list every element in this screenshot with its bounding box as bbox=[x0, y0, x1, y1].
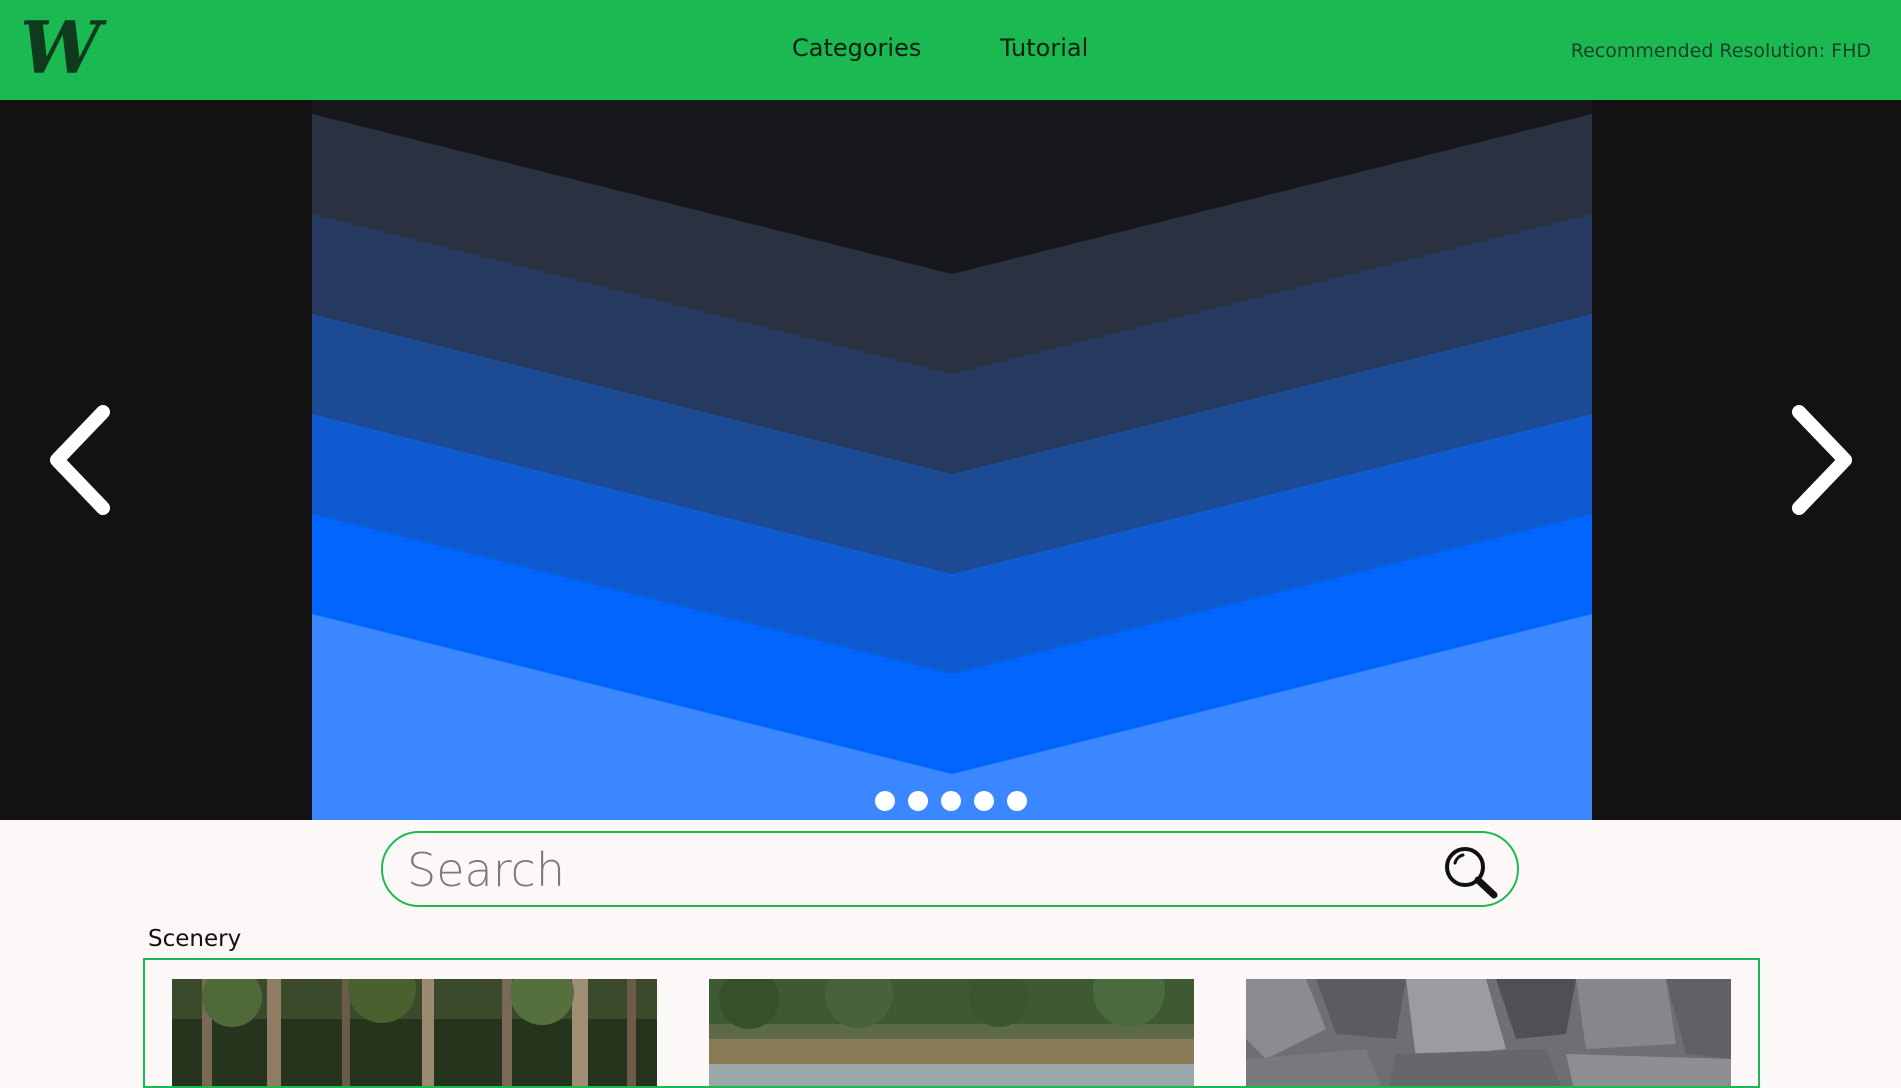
top-bar: W Categories Tutorial Recommended Resolu… bbox=[0, 0, 1901, 100]
river-photo[interactable] bbox=[709, 979, 1194, 1086]
carousel-dot-2[interactable] bbox=[907, 791, 928, 811]
scenery-gallery bbox=[143, 958, 1760, 1088]
carousel-dot-3[interactable] bbox=[940, 791, 961, 811]
search-input[interactable] bbox=[405, 841, 1409, 899]
carousel-dot-1[interactable] bbox=[874, 791, 895, 811]
carousel-prev-button[interactable] bbox=[45, 400, 115, 520]
search-bar bbox=[381, 831, 1519, 907]
rocks-photo[interactable] bbox=[1246, 979, 1731, 1086]
chevron-stripes-image bbox=[312, 100, 1592, 820]
chevron-left-icon bbox=[50, 405, 110, 515]
section-title-scenery: Scenery bbox=[148, 926, 242, 952]
carousel-next-button[interactable] bbox=[1787, 400, 1857, 520]
search-icon bbox=[1445, 847, 1498, 899]
forest-photo[interactable] bbox=[172, 979, 657, 1086]
chevron-right-icon bbox=[1792, 405, 1852, 515]
hero-carousel bbox=[0, 100, 1901, 820]
search-button[interactable] bbox=[1441, 843, 1501, 899]
carousel-slide bbox=[312, 100, 1592, 820]
carousel-dot-5[interactable] bbox=[1006, 791, 1027, 811]
carousel-dots bbox=[0, 791, 1901, 811]
nav-tutorial[interactable]: Tutorial bbox=[1000, 34, 1088, 62]
carousel-dot-4[interactable] bbox=[973, 791, 994, 811]
nav-categories[interactable]: Categories bbox=[792, 34, 921, 62]
site-logo[interactable]: W bbox=[20, 8, 102, 88]
resolution-note: Recommended Resolution: FHD bbox=[1570, 40, 1871, 62]
